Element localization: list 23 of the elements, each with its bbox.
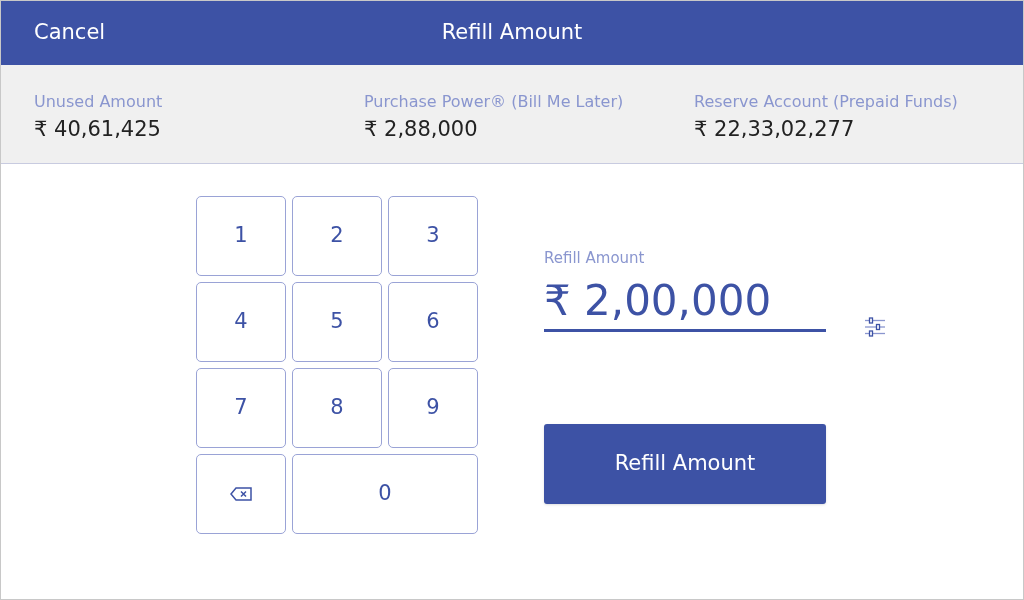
keypad-key[interactable]: 2 [292, 196, 382, 276]
keypad-key[interactable]: 6 [388, 282, 478, 362]
keypad-key[interactable]: 3 [388, 196, 478, 276]
balance-value: ₹ 2,88,000 [364, 116, 478, 143]
keypad-key[interactable]: 5 [292, 282, 382, 362]
balance-label: Unused Amount [34, 91, 163, 113]
page-title: Refill Amount [441, 19, 583, 47]
field-label: Refill Amount [544, 248, 646, 269]
amount-field[interactable]: ₹ 2,00,000 [544, 275, 826, 332]
keypad-key[interactable]: 4 [196, 282, 286, 362]
balance-value: ₹ 22,33,02,277 [694, 116, 855, 143]
keypad-key[interactable]: 0 [292, 454, 478, 534]
refill-amount-button[interactable]: Refill Amount [544, 423, 826, 504]
keypad-key[interactable]: 9 [388, 368, 478, 448]
balance-value: ₹ 40,61,425 [34, 116, 161, 143]
keypad-key[interactable]: 8 [292, 368, 382, 448]
balance-label: Purchase Power® (Bill Me Later) [364, 91, 624, 113]
keypad-key[interactable]: 7 [196, 368, 286, 448]
keypad-key[interactable]: 1 [196, 196, 286, 276]
settings-sliders-icon[interactable] [864, 317, 886, 337]
balance-label: Reserve Account (Prepaid Funds) [694, 91, 958, 113]
backspace-icon [230, 487, 252, 501]
cancel-button[interactable]: Cancel [34, 17, 106, 49]
